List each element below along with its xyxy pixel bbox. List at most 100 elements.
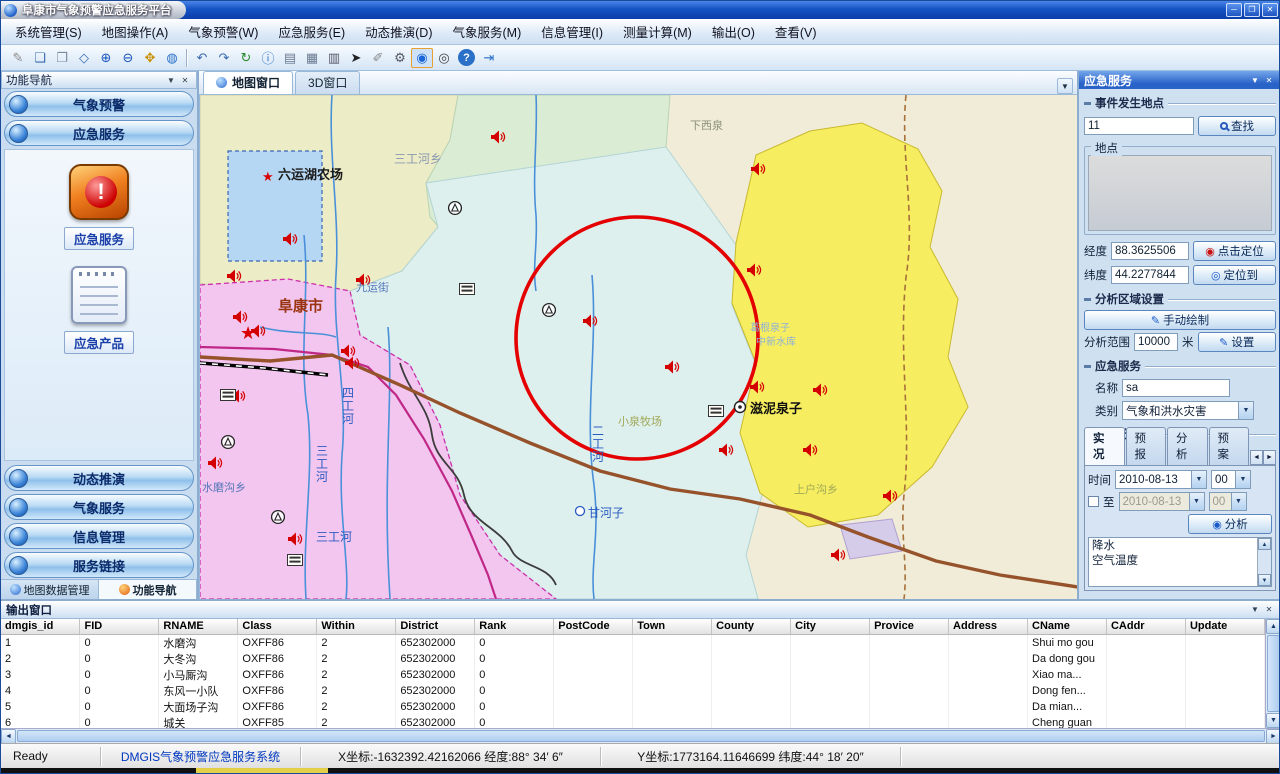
- to-checkbox[interactable]: [1088, 496, 1099, 507]
- nav-button[interactable]: 服务链接: [4, 552, 194, 578]
- analysis-tab[interactable]: 预案: [1209, 427, 1250, 465]
- scroll-down-icon[interactable]: ▼: [1266, 713, 1280, 728]
- column-header[interactable]: Town: [633, 619, 712, 634]
- column-header[interactable]: Address: [949, 619, 1028, 634]
- service-type-select[interactable]: 气象和洪水灾害 ▼: [1122, 401, 1254, 420]
- menu-item[interactable]: 测量计算(M): [613, 18, 702, 45]
- print-icon[interactable]: ▥: [323, 48, 345, 68]
- pin-icon[interactable]: ▼: [164, 74, 178, 87]
- station-marker[interactable]: [222, 436, 235, 449]
- table-row[interactable]: 20大冬沟OXFF8626523020000Da dong gou: [1, 651, 1265, 667]
- list-item[interactable]: 空气温度: [1089, 554, 1257, 569]
- horizontal-scrollbar[interactable]: ◄ ►: [1, 728, 1280, 743]
- manual-draw-button[interactable]: ✎ 手动绘制: [1084, 310, 1276, 330]
- column-header[interactable]: CAddr: [1106, 619, 1185, 634]
- eye-visibility-icon[interactable]: ◎: [433, 48, 455, 68]
- column-header[interactable]: Class: [238, 619, 317, 634]
- nav-button[interactable]: 气象服务: [4, 494, 194, 520]
- locate-to-button[interactable]: ◎ 定位到: [1193, 265, 1276, 285]
- menu-item[interactable]: 系统管理(S): [5, 18, 92, 45]
- column-header[interactable]: CName: [1028, 619, 1107, 634]
- select-polygon-icon[interactable]: ◇: [73, 48, 95, 68]
- tab-function-nav[interactable]: 功能导航: [99, 580, 197, 599]
- close-icon[interactable]: ✕: [178, 74, 192, 87]
- column-header[interactable]: dmgis_id: [1, 619, 80, 634]
- tab-map-window[interactable]: 地图窗口: [203, 71, 293, 94]
- end-hour-select[interactable]: 00 ▼: [1209, 492, 1247, 511]
- column-header[interactable]: FID: [80, 619, 159, 634]
- station-marker[interactable]: [449, 202, 462, 215]
- measure-icon[interactable]: ✐: [367, 48, 389, 68]
- vertical-scrollbar[interactable]: ▲ ▼: [1265, 619, 1280, 728]
- location-search-input[interactable]: [1084, 117, 1194, 135]
- column-header[interactable]: District: [396, 619, 475, 634]
- tab-scroll-right-icon[interactable]: ►: [1263, 450, 1276, 465]
- column-header[interactable]: City: [791, 619, 870, 634]
- previous-extent-icon[interactable]: ↶: [191, 48, 213, 68]
- pin-icon[interactable]: ▼: [1248, 74, 1262, 87]
- help-icon[interactable]: ?: [458, 49, 475, 66]
- set-range-button[interactable]: ✎ 设置: [1198, 332, 1277, 352]
- range-input[interactable]: [1134, 333, 1178, 351]
- start-hour-select[interactable]: 00 ▼: [1211, 470, 1251, 489]
- minimize-button[interactable]: ─: [1226, 3, 1242, 17]
- clear-selection-icon[interactable]: ❐: [51, 48, 73, 68]
- latitude-input[interactable]: [1111, 266, 1189, 284]
- nav-button[interactable]: 应急服务: [4, 120, 194, 146]
- click-locate-button[interactable]: ◉ 点击定位: [1193, 241, 1276, 261]
- column-header[interactable]: RNAME: [159, 619, 238, 634]
- pan-hand-icon[interactable]: ✥: [139, 48, 161, 68]
- start-date-select[interactable]: 2010-08-13 ▼: [1115, 470, 1207, 489]
- scroll-up-icon[interactable]: ▲: [1258, 538, 1271, 550]
- menu-item[interactable]: 输出(O): [702, 18, 765, 45]
- menu-item[interactable]: 查看(V): [765, 18, 827, 45]
- pointer-select-icon[interactable]: ➤: [345, 48, 367, 68]
- export-result-icon[interactable]: ⇥: [478, 48, 500, 68]
- analysis-tab[interactable]: 预报: [1126, 427, 1167, 465]
- nav-button[interactable]: 动态推演: [4, 465, 194, 491]
- scroll-left-icon[interactable]: ◄: [1, 729, 16, 744]
- place-list[interactable]: [1088, 155, 1272, 231]
- next-extent-icon[interactable]: ↷: [213, 48, 235, 68]
- nav-button[interactable]: 气象预警: [4, 91, 194, 117]
- settings-gear-icon[interactable]: ⚙: [389, 48, 411, 68]
- tab-list-dropdown[interactable]: ▼: [1057, 78, 1073, 94]
- list-scrollbar[interactable]: ▲ ▼: [1257, 538, 1271, 586]
- full-extent-icon[interactable]: ◍: [161, 48, 183, 68]
- menu-item[interactable]: 动态推演(D): [355, 18, 442, 45]
- chevron-down-icon[interactable]: ▼: [1231, 493, 1246, 510]
- station-marker[interactable]: [543, 304, 556, 317]
- column-header[interactable]: Within: [317, 619, 396, 634]
- emergency-globe-icon[interactable]: ◉: [411, 48, 433, 68]
- scroll-right-icon[interactable]: ►: [1266, 729, 1280, 744]
- flag-marker[interactable]: [221, 390, 236, 401]
- table-row[interactable]: 50大面场子沟OXFF8626523020000Da mian...: [1, 699, 1265, 715]
- close-icon[interactable]: ✕: [1262, 603, 1276, 616]
- zoom-out-icon[interactable]: ⊖: [117, 48, 139, 68]
- tab-scroll-left-icon[interactable]: ◄: [1250, 450, 1263, 465]
- scrollbar-thumb[interactable]: [17, 730, 1265, 742]
- zoom-in-icon[interactable]: ⊕: [95, 48, 117, 68]
- emergency-product-card[interactable]: 应急产品: [64, 266, 134, 354]
- list-item[interactable]: 降水: [1089, 539, 1257, 554]
- scrollbar-thumb[interactable]: [1267, 635, 1280, 712]
- identify-info-icon[interactable]: ⓘ: [257, 48, 279, 68]
- analysis-tab[interactable]: 实况: [1084, 427, 1125, 465]
- chevron-down-icon[interactable]: ▼: [1189, 493, 1204, 510]
- station-marker[interactable]: [272, 511, 285, 524]
- menu-item[interactable]: 地图操作(A): [92, 18, 179, 45]
- service-name-input[interactable]: [1122, 379, 1230, 397]
- refresh-map-icon[interactable]: ↻: [235, 48, 257, 68]
- flag-marker[interactable]: [460, 284, 475, 295]
- longitude-input[interactable]: [1111, 242, 1189, 260]
- close-icon[interactable]: ✕: [1262, 74, 1276, 87]
- column-header[interactable]: Rank: [475, 619, 554, 634]
- chevron-down-icon[interactable]: ▼: [1235, 471, 1250, 488]
- menu-item[interactable]: 应急服务(E): [268, 18, 355, 45]
- export-map-icon[interactable]: ▦: [301, 48, 323, 68]
- flag-marker[interactable]: [709, 406, 724, 417]
- search-button[interactable]: 查找: [1198, 116, 1276, 136]
- tab-3d-window[interactable]: 3D窗口: [295, 71, 360, 94]
- column-header[interactable]: Provice: [870, 619, 949, 634]
- flag-marker[interactable]: [288, 555, 303, 566]
